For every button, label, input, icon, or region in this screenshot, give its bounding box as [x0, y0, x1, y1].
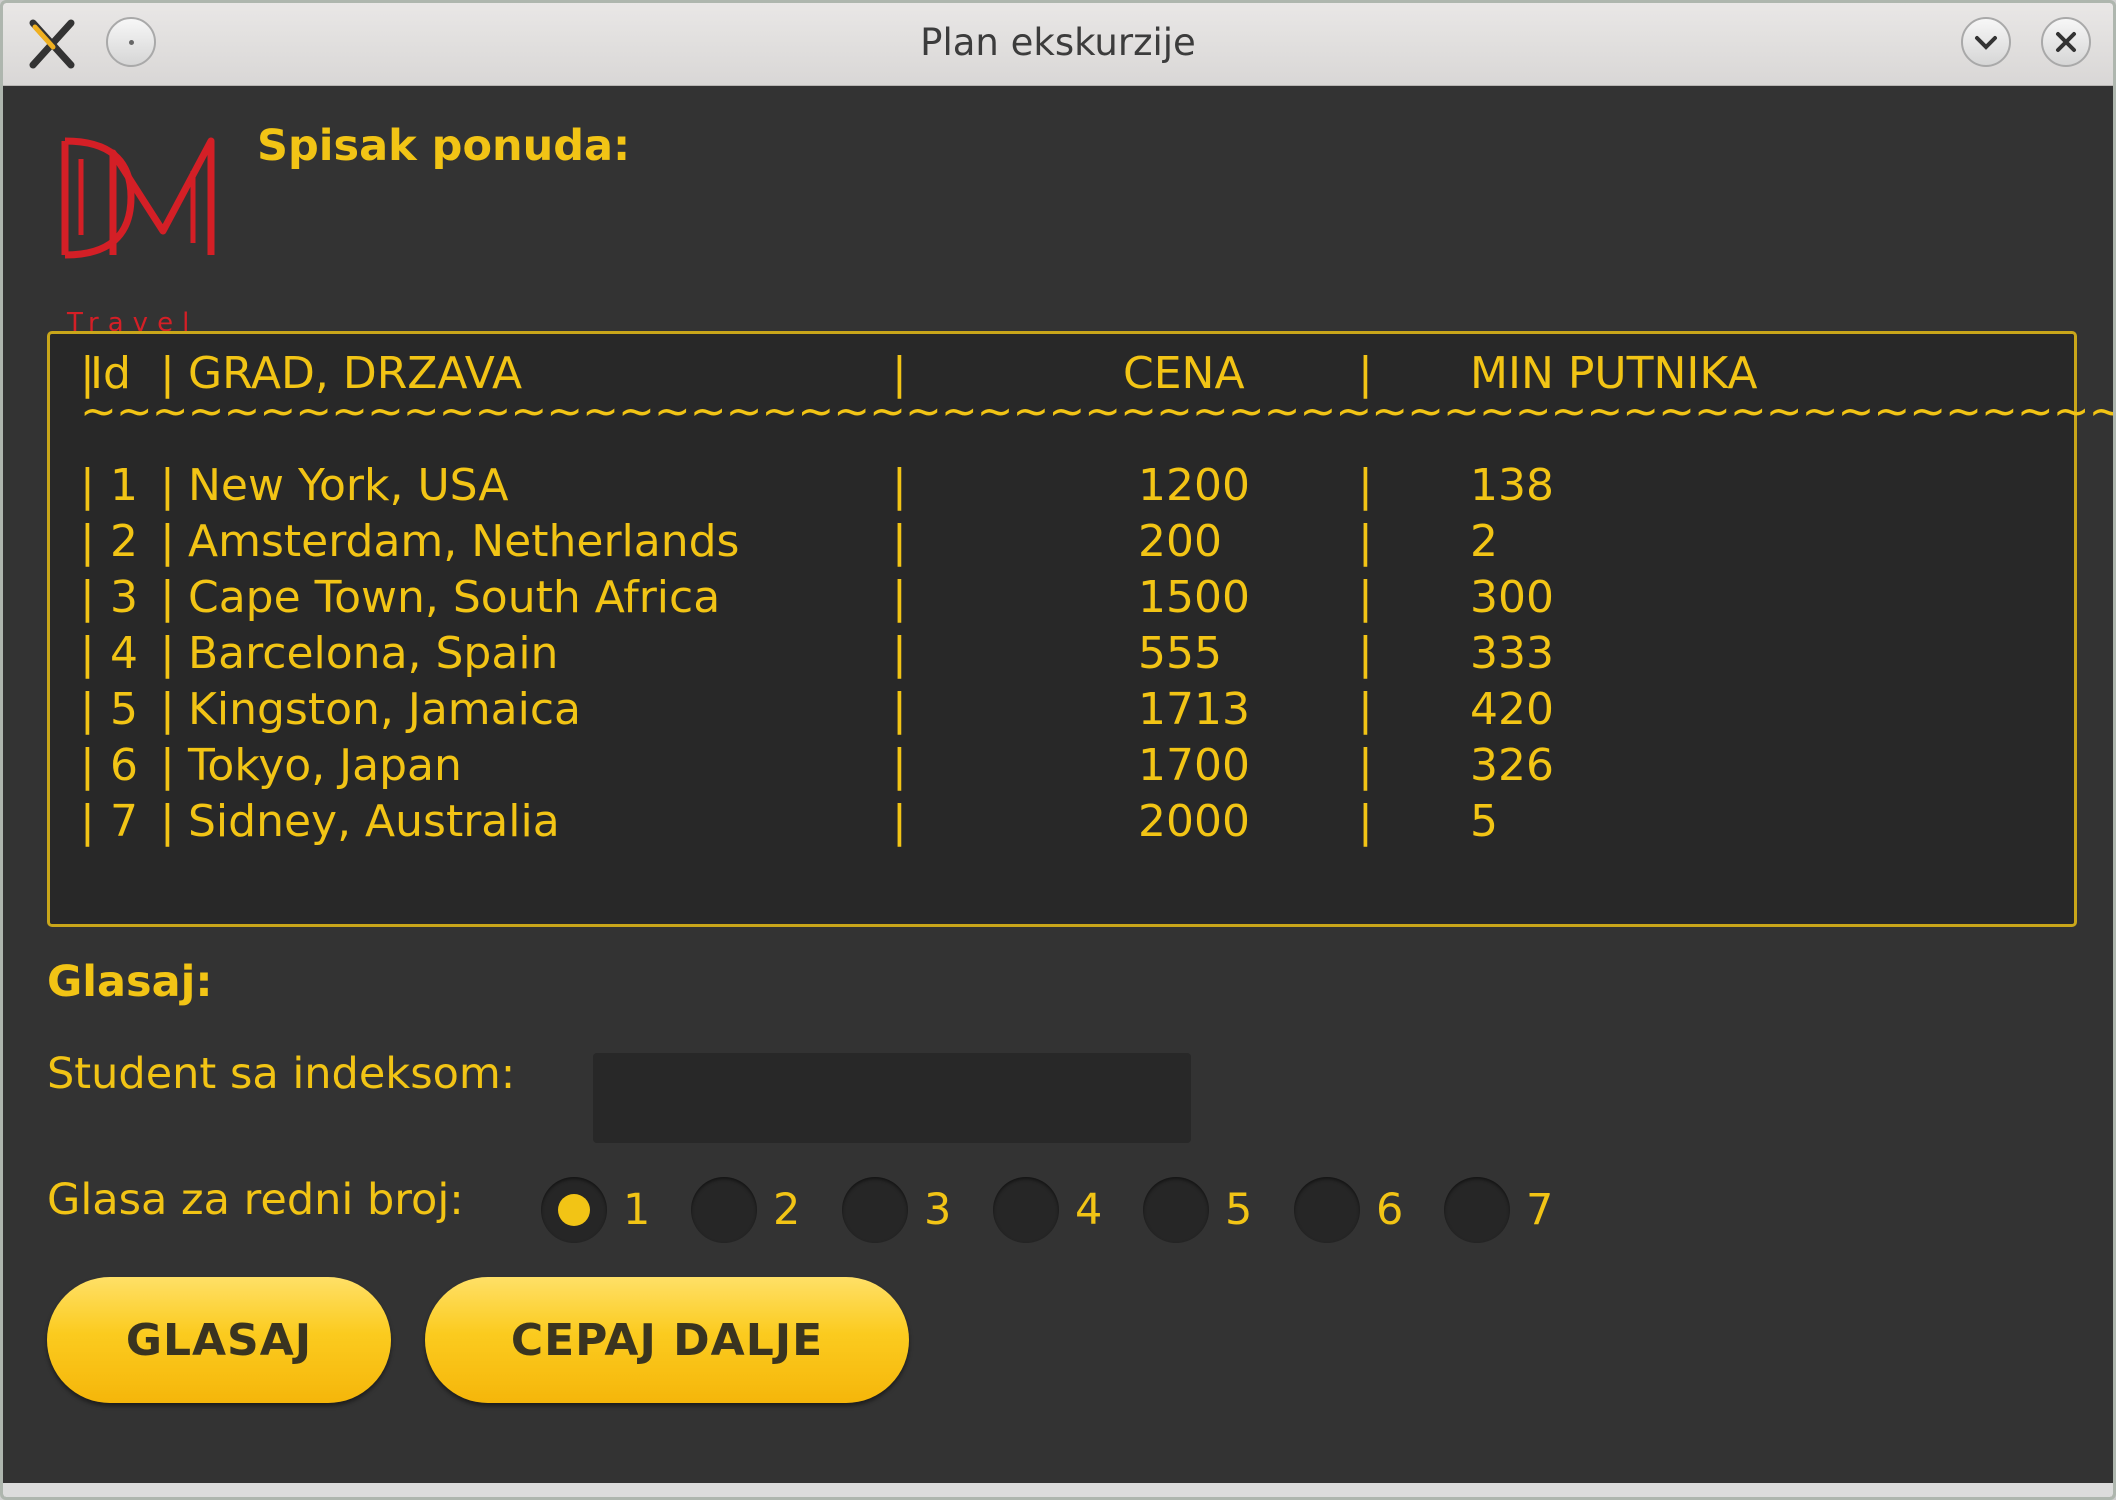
offers-heading: Spisak ponuda:: [257, 121, 631, 171]
main-panel: Travel Spisak ponuda: | Id | GRAD, DRZAV…: [9, 87, 2113, 1483]
radio-icon: [1294, 1177, 1360, 1243]
choice-label: Glasa za redni broj:: [47, 1175, 464, 1225]
radio-icon: [1444, 1177, 1510, 1243]
radio-icon: [691, 1177, 757, 1243]
list-item[interactable]: | 2 | Amsterdam, Netherlands | 200 | 2: [50, 516, 2074, 572]
vote-button[interactable]: GLASAJ: [47, 1277, 391, 1403]
list-item[interactable]: | 7 | Sidney, Australia | 2000 | 5: [50, 796, 2074, 852]
dm-travel-logo: Travel: [61, 137, 215, 338]
radio-label: 4: [1075, 1185, 1103, 1235]
list-item[interactable]: | 5 | Kingston, Jamaica | 1713 | 420: [50, 684, 2074, 740]
close-button[interactable]: [2041, 17, 2091, 67]
list-item[interactable]: | 6 | Tokyo, Japan | 1700 | 326: [50, 740, 2074, 796]
list-item[interactable]: | 1 | New York, USA | 1200 | 138: [50, 460, 2074, 516]
student-index-input[interactable]: [593, 1053, 1191, 1143]
chevron-down-icon: [1975, 36, 1997, 50]
radio-icon: [1143, 1177, 1209, 1243]
exit-button[interactable]: CEPAJ DALJE: [425, 1277, 909, 1403]
radio-label: 2: [773, 1185, 801, 1235]
window-title: Plan ekskurzije: [920, 21, 1196, 64]
radio-label: 7: [1526, 1185, 1554, 1235]
app-window: Plan ekskurzije Travel Spisak ponuda: |: [0, 0, 2116, 1500]
vote-heading: Glasaj:: [47, 957, 213, 1007]
list-item[interactable]: | 4 | Barcelona, Spain | 555 | 333: [50, 628, 2074, 684]
radio-icon: [842, 1177, 908, 1243]
radio-icon: [993, 1177, 1059, 1243]
radio-label: 3: [924, 1185, 952, 1235]
radio-label: 5: [1225, 1185, 1253, 1235]
radio-label: 1: [623, 1185, 651, 1235]
radio-selected-icon: [541, 1177, 607, 1243]
header-separator: ~~~~~~~~~~~~~~~~~~~~~~~~~~~~~~~~~~~~~~~~…: [80, 386, 2113, 437]
student-index-label: Student sa indeksom:: [47, 1049, 516, 1099]
radio-label: 6: [1376, 1185, 1404, 1235]
offers-list: | Id | GRAD, DRZAVA | CENA | MIN PUTNIKA…: [47, 331, 2113, 927]
close-icon: [2056, 32, 2076, 52]
window-bottom-border: [3, 1483, 2113, 1497]
list-item[interactable]: | 3 | Cape Town, South Africa | 1500 | 300: [50, 572, 2074, 628]
title-bar: Plan ekskurzije: [3, 3, 2113, 86]
minimize-button[interactable]: [1961, 17, 2011, 67]
